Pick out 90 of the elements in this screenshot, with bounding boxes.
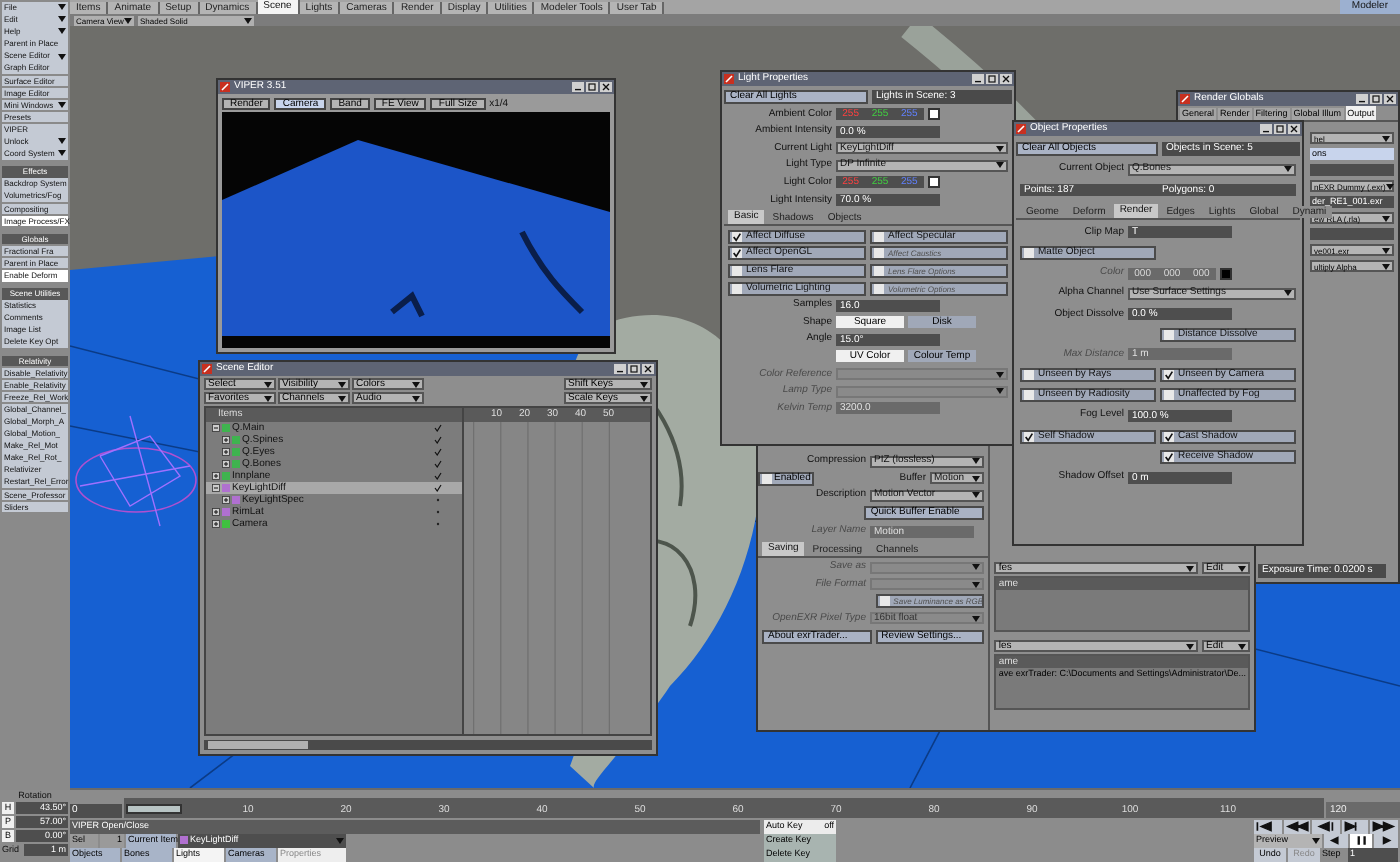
maximize-icon[interactable] bbox=[586, 82, 598, 92]
value-field[interactable] bbox=[1310, 228, 1394, 240]
checkbox[interactable] bbox=[1164, 451, 1174, 462]
caret-icon bbox=[972, 475, 981, 481]
collapse-icon[interactable] bbox=[212, 484, 220, 492]
checkbox[interactable] bbox=[1024, 370, 1034, 381]
checkbox[interactable] bbox=[732, 231, 742, 242]
caret-icon bbox=[1186, 565, 1194, 571]
app-icon bbox=[202, 364, 212, 374]
maximize-icon[interactable] bbox=[986, 74, 998, 84]
visibility-checkbox[interactable] bbox=[434, 496, 442, 504]
app-icon bbox=[1180, 94, 1190, 104]
checkbox[interactable] bbox=[1024, 390, 1034, 401]
caret-icon bbox=[1385, 183, 1394, 189]
minimize-icon[interactable] bbox=[572, 82, 584, 92]
checkbox[interactable] bbox=[1164, 370, 1174, 381]
visibility-checkbox[interactable] bbox=[434, 448, 442, 456]
light-icon bbox=[222, 508, 230, 516]
minimize-icon[interactable] bbox=[1356, 94, 1368, 104]
play-backward-icon[interactable] bbox=[1324, 834, 1348, 847]
checkbox[interactable] bbox=[874, 231, 884, 242]
maximize-icon[interactable] bbox=[1370, 94, 1382, 104]
caret-icon bbox=[972, 581, 981, 587]
light-icon bbox=[232, 496, 240, 504]
color-swatch[interactable] bbox=[928, 176, 940, 189]
rewind-icon[interactable] bbox=[1283, 820, 1311, 833]
collapse-icon[interactable] bbox=[212, 424, 220, 432]
caret-icon bbox=[996, 371, 1004, 377]
camera-icon bbox=[222, 520, 230, 528]
visibility-checkbox[interactable] bbox=[434, 484, 442, 492]
expand-icon[interactable] bbox=[212, 508, 220, 516]
app-icon bbox=[220, 82, 230, 92]
caret-icon bbox=[1186, 643, 1194, 649]
expand-icon[interactable] bbox=[222, 436, 230, 444]
checkbox[interactable] bbox=[1024, 431, 1034, 442]
app-icon bbox=[724, 74, 734, 84]
maximize-icon[interactable] bbox=[628, 364, 640, 374]
caret-icon bbox=[972, 615, 981, 621]
caret-icon bbox=[996, 162, 1004, 169]
checkbox[interactable] bbox=[762, 473, 772, 483]
light-icon bbox=[222, 484, 230, 492]
caret-icon bbox=[1382, 135, 1390, 141]
minimize-icon[interactable] bbox=[1260, 124, 1272, 134]
expand-icon[interactable] bbox=[222, 448, 230, 456]
checkbox[interactable] bbox=[1164, 329, 1174, 340]
checkbox[interactable] bbox=[1024, 247, 1034, 258]
checkbox[interactable] bbox=[732, 283, 742, 294]
close-icon[interactable] bbox=[1384, 94, 1396, 104]
light-icon bbox=[180, 836, 188, 845]
minimize-icon[interactable] bbox=[972, 74, 984, 84]
checkbox[interactable] bbox=[1164, 431, 1174, 442]
caret-icon bbox=[972, 458, 981, 464]
play-icon[interactable] bbox=[1374, 834, 1399, 847]
visibility-checkbox[interactable] bbox=[434, 472, 442, 480]
first-frame-icon[interactable] bbox=[1254, 820, 1282, 833]
visibility-checkbox[interactable] bbox=[434, 460, 442, 468]
caret-icon bbox=[1238, 565, 1246, 571]
visibility-checkbox[interactable] bbox=[434, 436, 442, 444]
close-icon[interactable] bbox=[1288, 124, 1300, 134]
value-field[interactable] bbox=[1310, 164, 1394, 176]
app-icon bbox=[1016, 124, 1026, 134]
visibility-checkbox[interactable] bbox=[434, 424, 442, 432]
pause-icon[interactable] bbox=[1349, 834, 1373, 847]
caret-icon bbox=[1284, 166, 1292, 173]
close-icon[interactable] bbox=[1000, 74, 1012, 84]
time-slider-handle[interactable] bbox=[126, 804, 182, 814]
caret-icon bbox=[972, 492, 981, 498]
maximize-icon[interactable] bbox=[1274, 124, 1286, 134]
expand-icon[interactable] bbox=[222, 460, 230, 468]
caret-icon bbox=[1238, 643, 1246, 649]
close-icon[interactable] bbox=[600, 82, 612, 92]
caret-icon bbox=[1312, 837, 1320, 844]
expand-icon[interactable] bbox=[222, 496, 230, 504]
caret-icon bbox=[1382, 215, 1390, 221]
color-swatch[interactable] bbox=[928, 108, 940, 121]
caret-icon bbox=[996, 388, 1004, 395]
checkbox[interactable] bbox=[732, 248, 742, 259]
horizontal-scrollbar[interactable] bbox=[204, 740, 652, 750]
caret-icon bbox=[336, 837, 344, 844]
caret-icon bbox=[996, 145, 1004, 152]
close-icon[interactable] bbox=[642, 364, 654, 374]
step-forward-icon[interactable] bbox=[1341, 820, 1369, 833]
checkbox[interactable] bbox=[732, 265, 742, 276]
minimize-icon[interactable] bbox=[614, 364, 626, 374]
caret-icon bbox=[972, 564, 981, 570]
caret-icon bbox=[1382, 263, 1390, 269]
expand-icon[interactable] bbox=[212, 472, 220, 480]
expand-icon[interactable] bbox=[212, 520, 220, 528]
caret-icon bbox=[1284, 290, 1292, 297]
checkbox[interactable] bbox=[1164, 390, 1174, 401]
